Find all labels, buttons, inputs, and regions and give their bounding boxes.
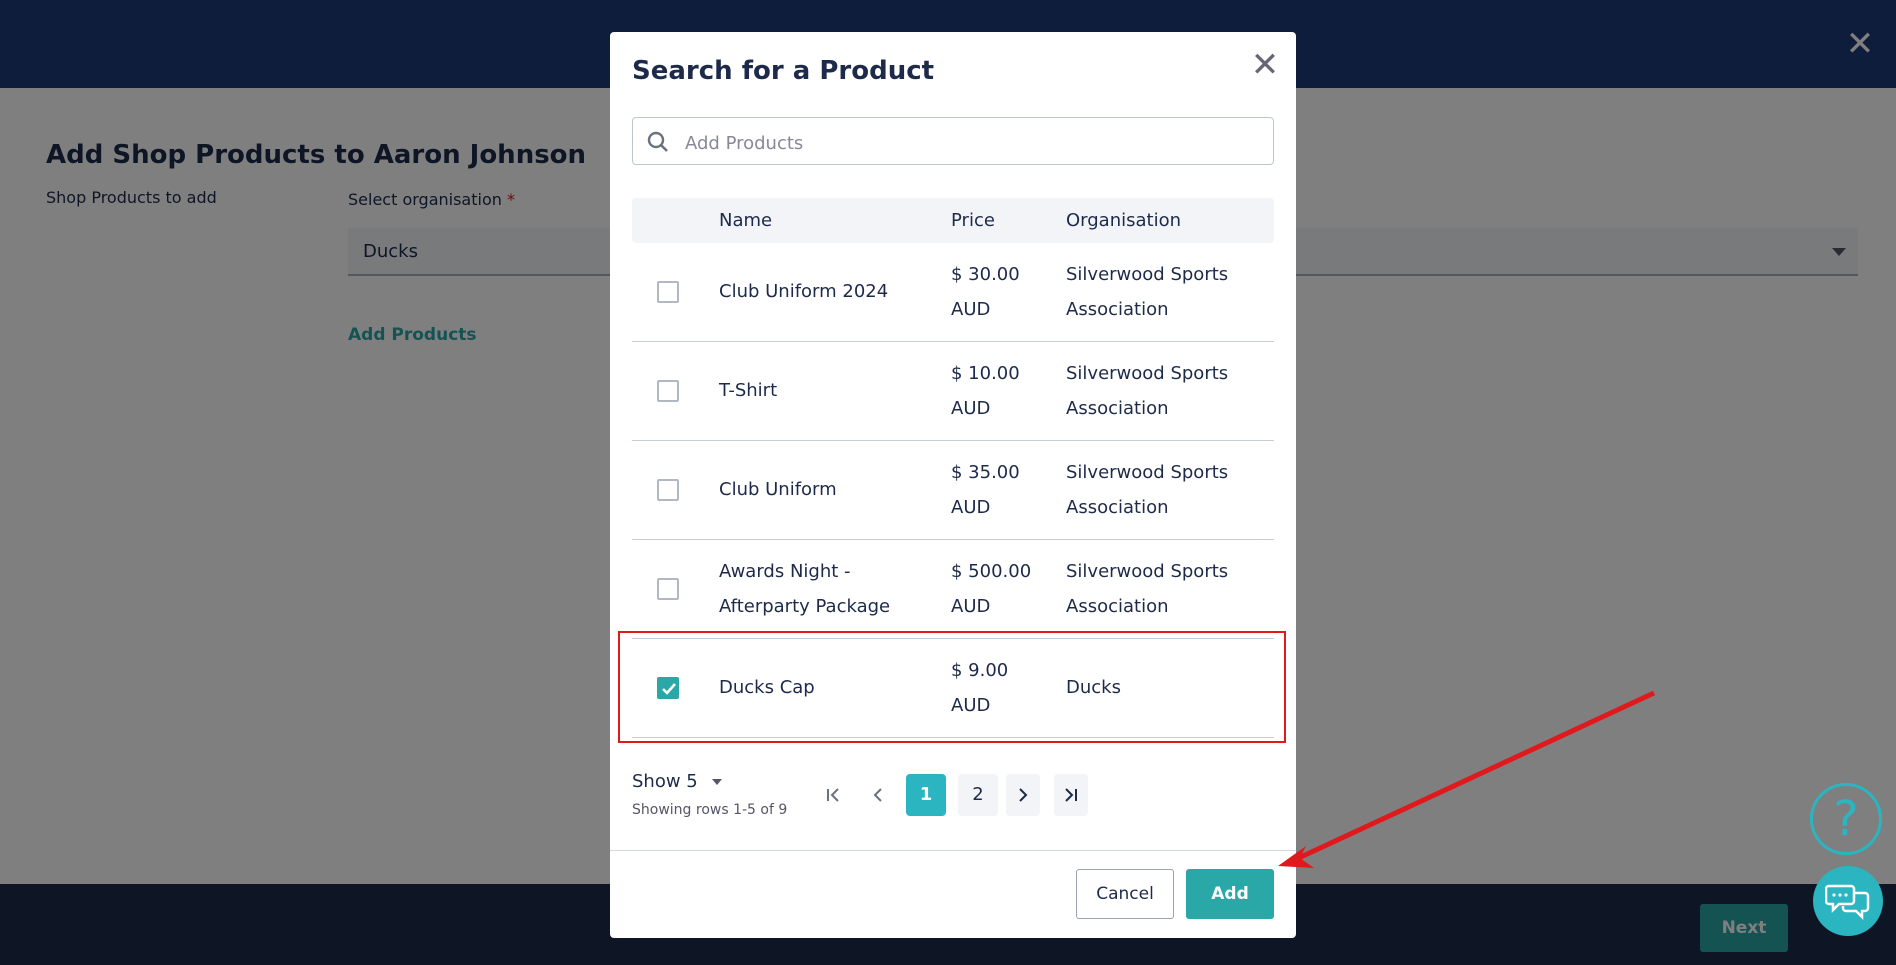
chevron-left-icon <box>873 788 882 802</box>
row-checkbox[interactable] <box>657 281 679 303</box>
page-size-select[interactable]: Show 5 <box>632 771 722 792</box>
column-header-price[interactable]: Price <box>951 210 995 231</box>
product-price: $ 500.00 AUD <box>951 561 1032 617</box>
row-checkbox[interactable] <box>657 380 679 402</box>
product-name: Awards Night - Afterparty Package <box>719 561 891 617</box>
chat-button[interactable] <box>1813 866 1883 936</box>
product-organisation: Silverwood Sports Association <box>1066 462 1229 518</box>
prev-page-button[interactable] <box>858 774 898 816</box>
product-organisation: Silverwood Sports Association <box>1066 363 1229 419</box>
product-name: T-Shirt <box>719 380 778 401</box>
row-checkbox[interactable] <box>657 578 679 600</box>
add-button[interactable]: Add <box>1186 869 1274 919</box>
caret-down-icon <box>711 779 722 785</box>
column-header-name[interactable]: Name <box>719 210 772 231</box>
rows-info: Showing rows 1-5 of 9 <box>632 802 788 818</box>
chat-icon <box>1825 884 1870 921</box>
search-icon <box>647 131 668 152</box>
product-name: Club Uniform <box>719 479 837 500</box>
row-checkbox[interactable] <box>657 479 679 501</box>
table-row[interactable]: Club Uniform $ 35.00 AUD Silverwood Spor… <box>632 441 1274 540</box>
product-name: Club Uniform 2024 <box>719 281 889 302</box>
page-size-label: Show 5 <box>632 771 698 792</box>
cancel-button[interactable]: Cancel <box>1076 869 1174 919</box>
chevron-right-icon <box>1019 788 1028 802</box>
close-icon[interactable]: ✕ <box>1250 48 1280 82</box>
first-page-button[interactable] <box>814 774 854 816</box>
table-header: Name Price Organisation <box>632 198 1274 243</box>
modal-divider <box>610 850 1296 851</box>
help-button[interactable]: ? <box>1810 783 1882 855</box>
modal-title: Search for a Product <box>632 56 935 86</box>
product-organisation: Silverwood Sports Association <box>1066 264 1229 320</box>
last-page-icon <box>1065 788 1077 802</box>
product-search-input[interactable] <box>683 130 1247 156</box>
product-price: $ 10.00 AUD <box>951 363 1020 419</box>
product-price: $ 30.00 AUD <box>951 264 1020 320</box>
page-button-2[interactable]: 2 <box>958 774 998 816</box>
column-header-organisation[interactable]: Organisation <box>1066 210 1181 231</box>
product-organisation: Silverwood Sports Association <box>1066 561 1229 617</box>
product-search-modal: Search for a Product ✕ Name Price Organi… <box>610 32 1296 938</box>
product-search-box[interactable] <box>632 117 1274 165</box>
table-row[interactable]: T-Shirt $ 10.00 AUD Silverwood Sports As… <box>632 342 1274 441</box>
selected-row-highlight <box>618 631 1286 743</box>
last-page-button[interactable] <box>1054 774 1088 816</box>
table-row[interactable]: Club Uniform 2024 $ 30.00 AUD Silverwood… <box>632 243 1274 342</box>
table-row[interactable]: Awards Night - Afterparty Package $ 500.… <box>632 540 1274 639</box>
first-page-icon <box>827 788 839 802</box>
page-button-1[interactable]: 1 <box>906 774 946 816</box>
product-price: $ 35.00 AUD <box>951 462 1020 518</box>
next-page-button[interactable] <box>1006 774 1040 816</box>
